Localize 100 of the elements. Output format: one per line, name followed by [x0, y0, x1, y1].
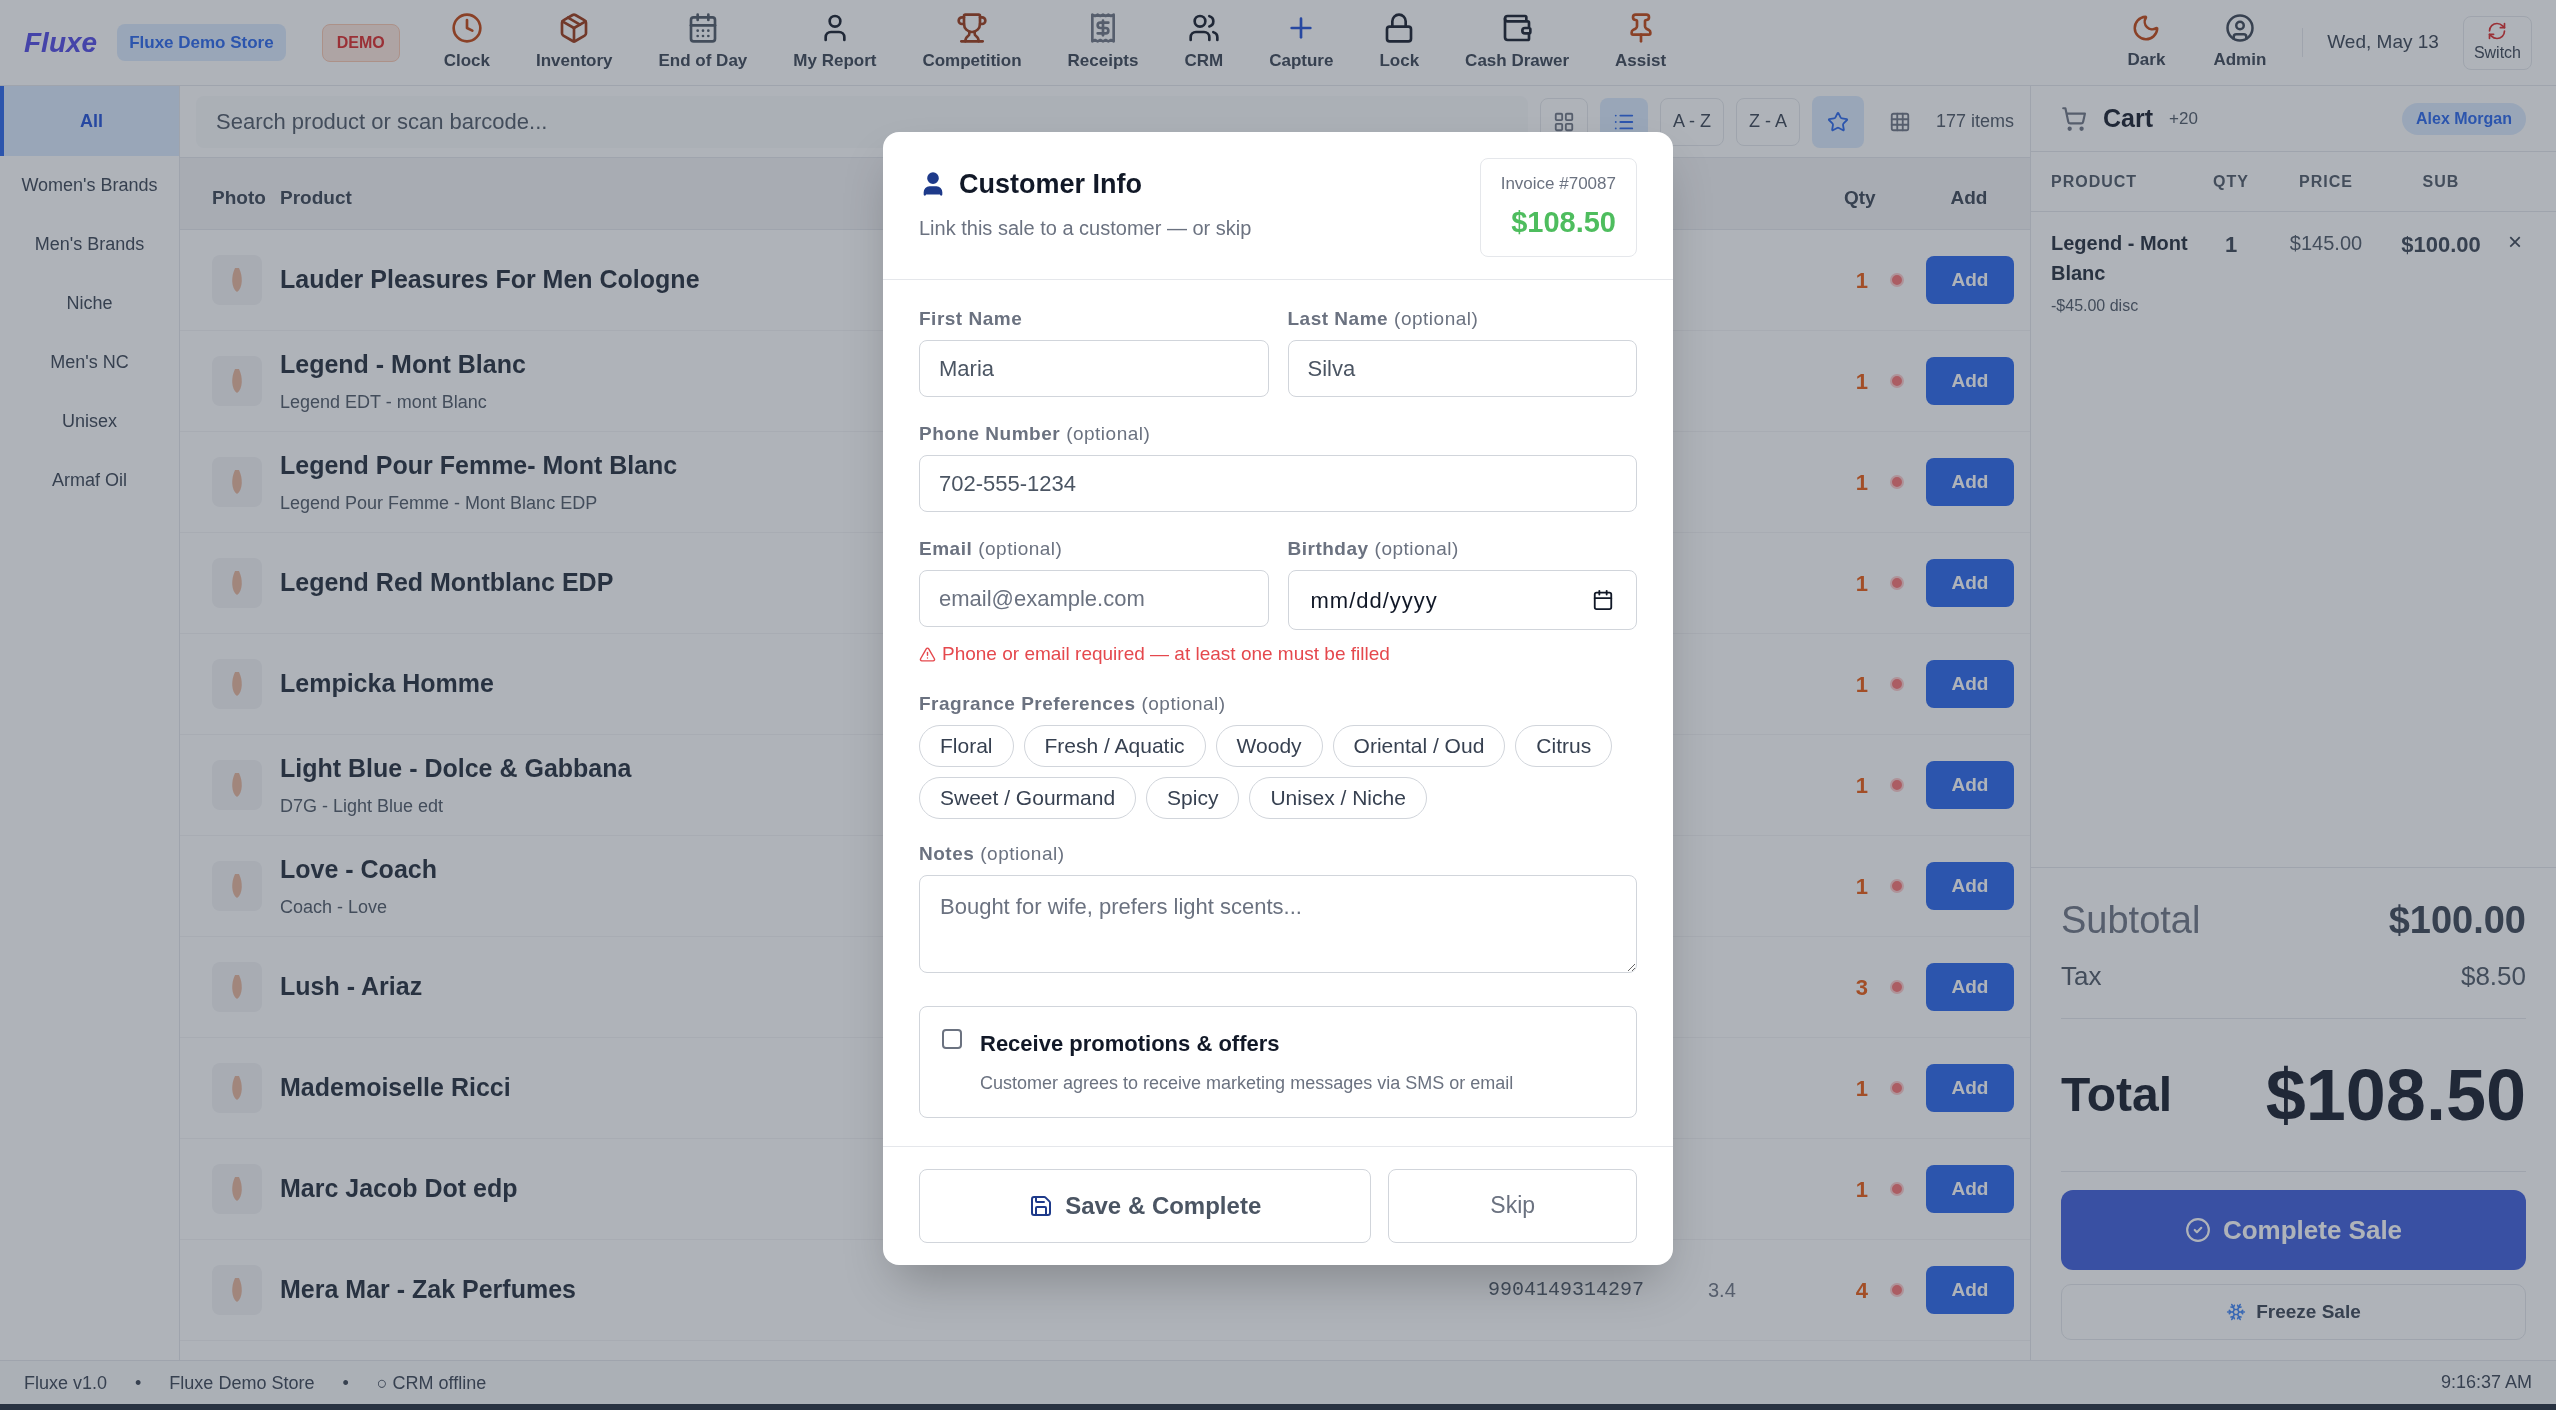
- nav-button[interactable]: Assist: [1603, 11, 1679, 74]
- add-button[interactable]: Add: [1926, 1064, 2014, 1112]
- product-subtitle: Legend EDT - mont Blanc: [280, 391, 487, 415]
- user-icon: [2224, 12, 2255, 43]
- category-item[interactable]: Armaf Oil: [0, 451, 179, 510]
- invoice-amount: $108.50: [1511, 204, 1616, 240]
- product-name: Lush - Ariaz: [280, 971, 423, 1003]
- product-subtitle: Legend Pour Femme - Mont Blanc EDP: [280, 492, 598, 516]
- category-item[interactable]: Men's NC: [0, 333, 179, 392]
- birthday-field[interactable]: mm/dd/yyyy: [1287, 570, 1637, 630]
- preference-chip[interactable]: Sweet / Gourmand: [919, 776, 1137, 819]
- save-button[interactable]: Save & Complete: [919, 1168, 1372, 1243]
- add-button[interactable]: Add: [1926, 357, 2014, 405]
- star-icon: [1826, 110, 1849, 133]
- stock-quantity: 1: [1854, 872, 1868, 901]
- cart-icon: [2061, 105, 2087, 132]
- product-name: Lempicka Homme: [280, 668, 494, 700]
- last-name-field[interactable]: Silva: [1287, 340, 1637, 397]
- preference-chip[interactable]: Spicy: [1146, 776, 1240, 819]
- add-button[interactable]: Add: [1926, 256, 2014, 304]
- column-header: Qty: [1844, 186, 1877, 211]
- add-button[interactable]: Add: [1926, 458, 2014, 506]
- preference-chip[interactable]: Oriental / Oud: [1332, 724, 1506, 767]
- product-name: Love - Coach: [280, 853, 437, 885]
- product-name: Mera Mar - Zak Perfumes: [280, 1274, 576, 1306]
- column-header: SUB: [2421, 171, 2461, 192]
- optional-hint: (optional): [1374, 538, 1459, 560]
- preference-chip[interactable]: Citrus: [1515, 724, 1613, 767]
- column-header: Product: [280, 187, 352, 209]
- status-text: Fluxe Demo Store: [169, 1371, 315, 1394]
- dialog-subtitle: Link this sale to a customer — or skip: [919, 215, 1252, 241]
- nav-button[interactable]: Dark: [2115, 12, 2178, 73]
- switch-button[interactable]: Switch: [2462, 15, 2532, 70]
- date-text: Wed, May 13: [2302, 28, 2439, 57]
- product-name: Legend - Mont Blanc: [280, 348, 526, 380]
- customer-chip[interactable]: Alex Morgan: [2402, 102, 2526, 135]
- product-name: Marc Jacob Dot edp: [280, 1173, 518, 1205]
- category-item[interactable]: Niche: [0, 274, 179, 333]
- add-button[interactable]: Add: [1926, 1266, 2014, 1314]
- category-item[interactable]: All: [0, 86, 179, 156]
- nav-button[interactable]: My Report: [781, 11, 889, 74]
- refresh-icon: [2487, 20, 2508, 41]
- trophy-icon: [956, 11, 988, 44]
- product-subtitle: D7G - Light Blue edt: [280, 795, 444, 819]
- sort-button[interactable]: Z - A: [1735, 97, 1800, 146]
- column-header: Photo: [211, 186, 267, 211]
- dialog-title: Customer Info: [959, 168, 1142, 201]
- phone-field[interactable]: 702-555-1234: [919, 455, 1637, 512]
- stock-quantity: 1: [1854, 1074, 1868, 1103]
- preference-chip[interactable]: Unisex / Niche: [1249, 776, 1427, 819]
- email-field[interactable]: email@example.com: [919, 570, 1269, 627]
- stock-quantity: 1: [1854, 670, 1868, 699]
- preference-chip[interactable]: Woody: [1215, 724, 1323, 767]
- calendar-icon: [1592, 589, 1614, 611]
- nav-button[interactable]: Cash Drawer: [1453, 11, 1582, 74]
- nav-button[interactable]: Lock: [1367, 11, 1432, 74]
- column-header: QTY: [2212, 171, 2250, 192]
- notes-field[interactable]: Bought for wife, prefers light scents...: [919, 874, 1637, 973]
- nav-button[interactable]: Receipts: [1055, 11, 1151, 74]
- column-header: Add: [1949, 186, 1989, 211]
- skip-button[interactable]: Skip: [1388, 1168, 1637, 1243]
- status-text: •: [135, 1371, 142, 1394]
- nav-button[interactable]: Admin: [2201, 12, 2279, 73]
- add-button[interactable]: Add: [1926, 963, 2014, 1011]
- demo-badge: DEMO: [321, 23, 400, 62]
- nav-button[interactable]: Competition: [910, 11, 1034, 74]
- tax-label: Tax: [2061, 960, 2102, 993]
- favorites-button[interactable]: [1811, 95, 1864, 148]
- category-item[interactable]: Men's Brands: [0, 215, 179, 274]
- nav-button[interactable]: Capture: [1257, 11, 1346, 74]
- preference-chip[interactable]: Floral: [919, 724, 1014, 767]
- add-button[interactable]: Add: [1926, 559, 2014, 607]
- category-item[interactable]: Women's Brands: [0, 156, 179, 215]
- add-button[interactable]: Add: [1926, 862, 2014, 910]
- remove-button[interactable]: ×: [2501, 228, 2529, 256]
- add-button[interactable]: Add: [1926, 660, 2014, 708]
- app-logo: Fluxe: [24, 25, 98, 60]
- cart-count: +20: [2169, 107, 2198, 130]
- nav-button[interactable]: CRM: [1172, 11, 1236, 74]
- grid-icon: [1552, 110, 1575, 133]
- stock-quantity: 1: [1854, 367, 1868, 396]
- discount-text: -$45.00 disc: [2051, 296, 2140, 316]
- stock-quantity: 1: [1854, 569, 1868, 598]
- category-item[interactable]: Unisex: [0, 392, 179, 451]
- item-count: 177 items: [1935, 110, 2014, 133]
- promotions-checkbox[interactable]: [942, 1028, 962, 1049]
- size-text: 3.4: [1708, 1278, 1737, 1303]
- stock-quantity: 1: [1854, 1175, 1868, 1204]
- preference-chip[interactable]: Fresh / Aquatic: [1023, 724, 1206, 767]
- complete-sale-button[interactable]: Complete Sale: [2061, 1190, 2526, 1270]
- nav-button[interactable]: Clock: [431, 11, 502, 74]
- freeze-sale-button[interactable]: Freeze Sale: [2061, 1284, 2526, 1340]
- add-button[interactable]: Add: [1926, 761, 2014, 809]
- optional-hint: (optional): [980, 842, 1065, 865]
- add-button[interactable]: Add: [1926, 1165, 2014, 1213]
- nav-button[interactable]: End of Day: [646, 11, 760, 74]
- store-chip[interactable]: Fluxe Demo Store: [117, 23, 286, 62]
- promotions-description: Customer agrees to receive marketing messages via SMS or email: [980, 1071, 1514, 1095]
- first-name-field[interactable]: Maria: [919, 340, 1269, 397]
- nav-button[interactable]: Inventory: [524, 11, 625, 74]
